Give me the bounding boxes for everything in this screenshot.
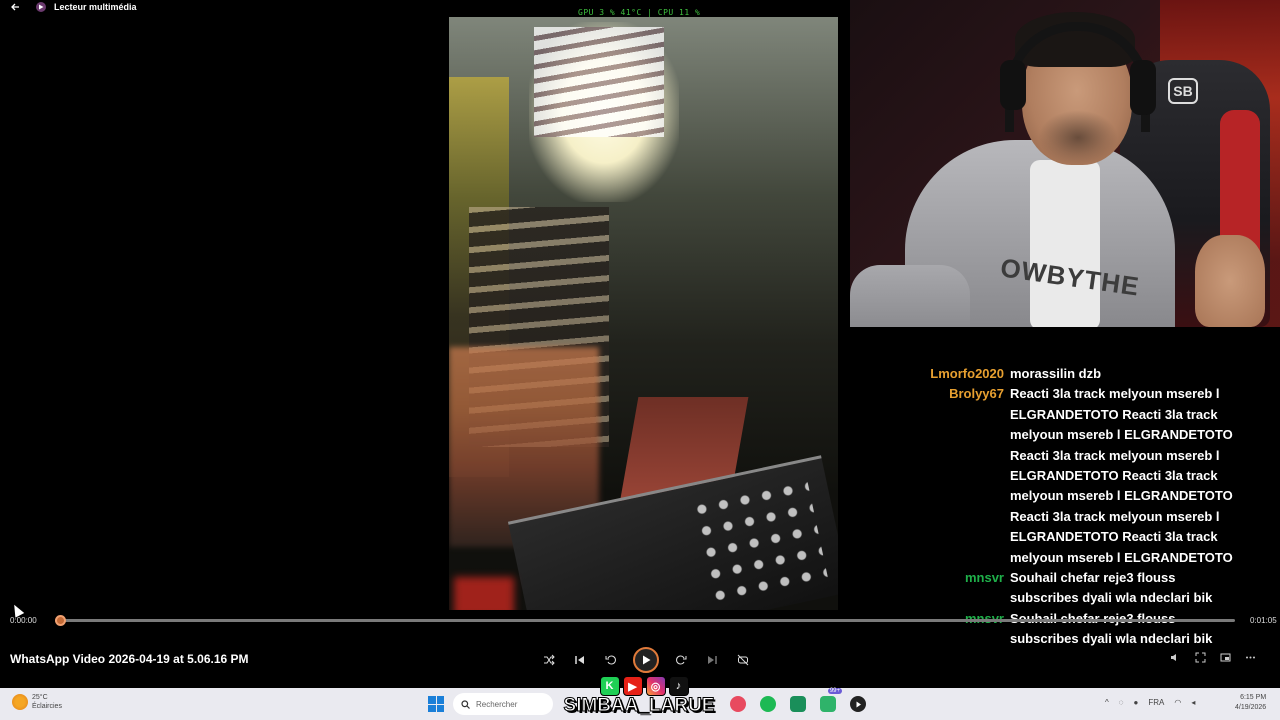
wifi-icon[interactable]: ◠ (1174, 698, 1181, 707)
taskbar-clock[interactable]: 6:15 PM 4/19/2026 (1235, 693, 1266, 713)
app-icon[interactable] (790, 696, 806, 712)
more-options-icon[interactable] (1245, 652, 1256, 666)
system-tray: ^ ◌ ● FRA ◠ ◂ (1105, 698, 1195, 707)
live-chat: Lmorfo2020 morassilin dzb Brolyy67 React… (850, 364, 1280, 694)
chat-text: morassilin dzb (1010, 366, 1102, 381)
chat-text: Souhail chefar reje3 flouss subscribes d… (1010, 611, 1213, 647)
streamer-hand (1195, 235, 1265, 327)
chat-text: Reacti 3la track melyoun msereb l ELGRAN… (1010, 386, 1233, 565)
chat-message: mnsvr Souhail chefar reje3 flouss subscr… (850, 568, 1280, 609)
chat-message: Brolyy67 Reacti 3la track melyoun msereb… (850, 384, 1280, 568)
clock-time: 6:15 PM (1240, 694, 1267, 701)
mic-icon[interactable]: ● (1134, 698, 1139, 707)
weather-text: 25°C Éclaircies (32, 693, 62, 711)
instagram-icon: ◎ (645, 676, 666, 696)
social-icons: K ▶ ◎ ♪ (558, 676, 730, 696)
pinned-apps: 99+ (730, 688, 866, 712)
video-frame[interactable] (449, 17, 838, 610)
playback-controls (540, 647, 752, 673)
forward-30-icon[interactable] (672, 651, 690, 669)
chat-username[interactable]: Brolyy67 (850, 384, 1010, 568)
media-player-taskbar-icon[interactable] (850, 696, 866, 712)
windows-start-icon[interactable] (428, 696, 444, 712)
app-title: Lecteur multimédia (54, 2, 137, 12)
search-placeholder: Rechercher (476, 699, 518, 709)
speaker-icon[interactable]: ◂ (1191, 698, 1195, 707)
search-icon (461, 699, 470, 709)
clock-date: 4/19/2026 (1235, 704, 1267, 711)
back-arrow-icon[interactable] (8, 0, 22, 14)
network-icon[interactable]: ◌ (1119, 698, 1124, 707)
streamer-webcam: SB OWBYTHE (850, 0, 1280, 327)
streamer-shirt (1030, 160, 1100, 327)
weather-temp: 25°C (32, 694, 48, 701)
elapsed-time: 0:00:00 (10, 616, 37, 625)
weather-widget[interactable]: 25°C Éclaircies (12, 693, 62, 711)
headset-cup-right (1130, 60, 1156, 115)
chat-username[interactable]: mnsvr (850, 609, 1010, 650)
app-icon[interactable] (730, 696, 746, 712)
play-button[interactable] (633, 647, 659, 673)
youtube-icon: ▶ (622, 676, 643, 696)
weather-desc: Éclaircies (32, 703, 62, 710)
repeat-off-icon[interactable] (734, 651, 752, 669)
screen: Lecteur multimédia GPU 3 % 41°C | CPU 11… (0, 0, 1280, 720)
seek-bar[interactable] (54, 615, 1235, 626)
chat-username[interactable]: mnsvr (850, 568, 1010, 609)
taskbar-search[interactable]: Rechercher (453, 693, 553, 715)
chat-message: Lmorfo2020 morassilin dzb (850, 364, 1280, 384)
whatsapp-icon[interactable]: 99+ (820, 688, 842, 712)
notification-badge: 99+ (827, 688, 842, 694)
spotify-icon[interactable] (760, 696, 776, 712)
rewind-10-icon[interactable] (602, 651, 620, 669)
chat-username[interactable]: Lmorfo2020 (850, 364, 1010, 384)
video-led-panel (534, 27, 664, 137)
kick-icon: K (599, 676, 620, 696)
streamer-arm (850, 265, 970, 327)
streamer-brand-overlay: K ▶ ◎ ♪ SIMBAA_LARUE (548, 676, 730, 720)
player-extra-controls (1170, 652, 1256, 666)
play-icon (643, 655, 651, 665)
language-indicator[interactable]: FRA (1148, 698, 1164, 707)
shuffle-icon[interactable] (540, 651, 558, 669)
total-time: 0:01:05 (1250, 616, 1277, 625)
tiktok-icon: ♪ (668, 676, 689, 696)
miniplayer-icon[interactable] (1220, 652, 1231, 666)
player-titlebar: Lecteur multimédia (0, 0, 450, 14)
volume-icon[interactable] (1170, 652, 1181, 666)
chair-logo: SB (1168, 78, 1198, 104)
chevron-up-icon[interactable]: ^ (1105, 698, 1109, 707)
media-player-logo-icon (36, 2, 46, 12)
video-title: WhatsApp Video 2026-04-19 at 5.06.16 PM (10, 652, 249, 666)
chat-message: mnsvr Souhail chefar reje3 flouss subscr… (850, 609, 1280, 650)
next-icon[interactable] (703, 651, 721, 669)
brand-name: SIMBAA_LARUE (563, 695, 715, 717)
fullscreen-icon[interactable] (1195, 652, 1206, 666)
chat-text: Souhail chefar reje3 flouss subscribes d… (1010, 570, 1213, 606)
previous-icon[interactable] (571, 651, 589, 669)
headset-cup-left (1000, 60, 1026, 110)
gpu-cpu-stats: GPU 3 % 41°C | CPU 11 % (578, 8, 701, 17)
weather-sun-icon (12, 694, 28, 710)
video-red-light (454, 577, 514, 610)
seek-thumb[interactable] (54, 615, 66, 626)
